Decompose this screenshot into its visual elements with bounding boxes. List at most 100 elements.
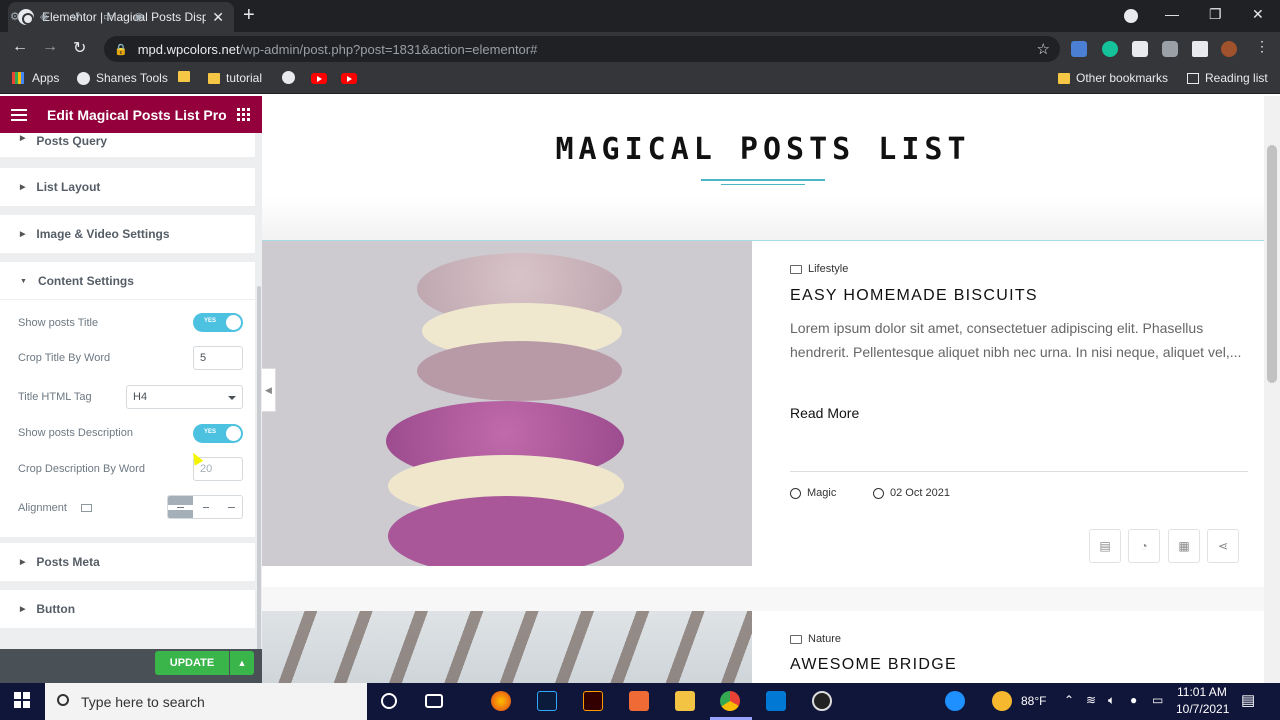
close-tab-icon[interactable]: ✕ bbox=[212, 9, 224, 26]
chrome-menu-icon[interactable]: ⋮ bbox=[1255, 38, 1269, 54]
chrome-icon[interactable] bbox=[720, 691, 740, 711]
panel-scrollbar[interactable] bbox=[257, 286, 261, 676]
bookmark-tutorial[interactable]: tutorial bbox=[208, 71, 262, 85]
post-image-macarons[interactable] bbox=[262, 241, 752, 566]
network-icon[interactable]: ≋ bbox=[1086, 693, 1096, 707]
hamburger-menu-icon[interactable] bbox=[11, 106, 27, 124]
section-button[interactable]: ▶ Button bbox=[0, 590, 255, 628]
navigator-layers-icon[interactable]: ◈ bbox=[40, 12, 51, 23]
battery-icon[interactable]: ▭ bbox=[1152, 693, 1163, 707]
weather-icon[interactable] bbox=[992, 691, 1012, 711]
close-window-icon[interactable]: ✕ bbox=[1252, 6, 1264, 23]
task-view-icon[interactable] bbox=[425, 694, 443, 708]
share-button[interactable]: ⋖ bbox=[1207, 529, 1239, 563]
reload-icon[interactable]: ↻ bbox=[73, 38, 86, 58]
tray-chevron-icon[interactable]: ⌃ bbox=[1064, 693, 1074, 707]
post-author[interactable]: Magic bbox=[790, 487, 836, 499]
section-posts-meta[interactable]: ▶ Posts Meta bbox=[0, 543, 255, 581]
show-title-toggle[interactable]: YES bbox=[193, 313, 243, 332]
caret-right-icon: ▶ bbox=[20, 231, 26, 238]
help-icon[interactable] bbox=[945, 691, 965, 711]
lock-icon[interactable]: 🔒 bbox=[114, 43, 128, 56]
post-image-bridge[interactable] bbox=[262, 611, 752, 683]
post-category[interactable]: Lifestyle bbox=[790, 263, 848, 275]
file-explorer-icon[interactable] bbox=[675, 691, 695, 711]
photoshop-icon[interactable] bbox=[537, 691, 557, 711]
new-tab-button[interactable]: + bbox=[243, 4, 255, 27]
bookmark-other[interactable]: Other bookmarks bbox=[1058, 71, 1168, 85]
show-description-toggle[interactable]: YES bbox=[193, 424, 243, 443]
history-icon[interactable]: ↺ bbox=[71, 12, 82, 23]
preview-scroll-thumb[interactable] bbox=[1267, 145, 1277, 383]
taskbar-search[interactable]: Type here to search bbox=[45, 683, 367, 720]
panel-collapse-handle[interactable]: ◀ bbox=[262, 368, 276, 412]
section-content-settings[interactable]: ▼ Content Settings bbox=[0, 262, 255, 300]
xampp-icon[interactable] bbox=[629, 691, 649, 711]
translate-extension-icon[interactable] bbox=[1071, 41, 1087, 57]
dashboard-button[interactable]: ◔ bbox=[1128, 529, 1160, 563]
weather-temperature[interactable]: 88°F bbox=[1021, 694, 1046, 708]
bookmark-globe[interactable] bbox=[282, 71, 301, 84]
crop-title-input[interactable]: 5 bbox=[193, 346, 243, 370]
bookmark-star-icon[interactable]: ☆ bbox=[1037, 40, 1050, 58]
url-bar[interactable]: 🔒 mpd.wpcolors.net /wp-admin/post.php?po… bbox=[104, 36, 1060, 62]
bookmark-folder[interactable] bbox=[178, 71, 196, 82]
responsive-mode-icon[interactable]: ▭ bbox=[103, 12, 114, 23]
clock-time[interactable]: 11:01 AM bbox=[1177, 685, 1227, 699]
forward-icon[interactable]: → bbox=[42, 38, 58, 56]
settings-gear-icon[interactable]: ⚙ bbox=[10, 12, 21, 23]
grammarly-extension-icon[interactable] bbox=[1102, 41, 1118, 57]
bridge-structure bbox=[262, 611, 752, 683]
profile-avatar[interactable] bbox=[1221, 41, 1237, 57]
align-right-button[interactable] bbox=[217, 496, 242, 518]
preview-eye-icon[interactable]: ◉ bbox=[134, 12, 145, 23]
extensions-puzzle-icon[interactable] bbox=[1192, 41, 1208, 57]
camera-extension-icon[interactable] bbox=[1162, 41, 1178, 57]
cortana-icon[interactable] bbox=[381, 693, 397, 709]
obs-icon[interactable] bbox=[812, 691, 832, 711]
minimize-icon[interactable]: — bbox=[1165, 6, 1179, 22]
maximize-icon[interactable]: ❐ bbox=[1209, 6, 1222, 23]
notifications-icon[interactable]: ▤ bbox=[1241, 691, 1255, 709]
section-label: Image & Video Settings bbox=[36, 227, 170, 241]
select-value: H4 bbox=[133, 391, 148, 403]
bookmark-apps[interactable]: Apps bbox=[12, 71, 59, 85]
read-more-link[interactable]: Read More bbox=[790, 405, 859, 421]
bookmark-shanes-tools[interactable]: Shanes Tools bbox=[77, 71, 168, 85]
vscode-icon[interactable] bbox=[766, 691, 786, 711]
url-host: mpd.wpcolors.net bbox=[137, 41, 240, 57]
desktop-responsive-icon[interactable] bbox=[81, 504, 92, 512]
bookmark-youtube-1[interactable] bbox=[311, 73, 327, 84]
volume-icon[interactable]: 🔈︎ bbox=[1108, 693, 1115, 708]
title-underline bbox=[701, 179, 825, 181]
caret-down-icon: ▼ bbox=[20, 277, 27, 285]
update-button[interactable]: UPDATE bbox=[155, 651, 229, 675]
widgets-grid-icon[interactable] bbox=[237, 108, 250, 121]
title-tag-label: Title HTML Tag bbox=[18, 391, 92, 403]
profile-menu-icon[interactable] bbox=[1124, 9, 1138, 23]
section-image-video-settings[interactable]: ▶ Image & Video Settings bbox=[0, 215, 255, 253]
back-icon[interactable]: ← bbox=[12, 38, 28, 56]
align-left-button[interactable] bbox=[168, 496, 193, 518]
align-right-icon bbox=[217, 504, 242, 510]
toggle-text: YES bbox=[204, 318, 217, 324]
align-center-button[interactable] bbox=[192, 496, 218, 518]
microphone-icon[interactable]: ● bbox=[1130, 693, 1137, 707]
clock-date[interactable]: 10/7/2021 bbox=[1176, 702, 1229, 716]
title-tag-select[interactable]: H4 bbox=[126, 385, 243, 409]
section-list-layout[interactable]: ▶ List Layout bbox=[0, 168, 255, 206]
text-extension-icon[interactable] bbox=[1132, 41, 1148, 57]
post-title[interactable]: AWESOME BRIDGE bbox=[790, 656, 957, 674]
post-category[interactable]: Nature bbox=[790, 633, 841, 645]
illustrator-icon[interactable] bbox=[583, 691, 603, 711]
update-options-button[interactable]: ▲ bbox=[230, 651, 254, 675]
reading-list[interactable]: Reading list bbox=[1187, 71, 1268, 85]
windows-start-icon[interactable] bbox=[14, 692, 30, 708]
search-icon bbox=[57, 694, 69, 706]
post-title[interactable]: EASY HOMEMADE BISCUITS bbox=[790, 287, 1038, 305]
firefox-icon[interactable] bbox=[491, 691, 511, 711]
section-posts-query[interactable]: ▶ Posts Query bbox=[0, 133, 255, 157]
grid-button[interactable]: ▦ bbox=[1168, 529, 1200, 563]
wordpress-doc-button[interactable]: ▤ bbox=[1089, 529, 1121, 563]
bookmark-youtube-2[interactable] bbox=[341, 73, 357, 84]
